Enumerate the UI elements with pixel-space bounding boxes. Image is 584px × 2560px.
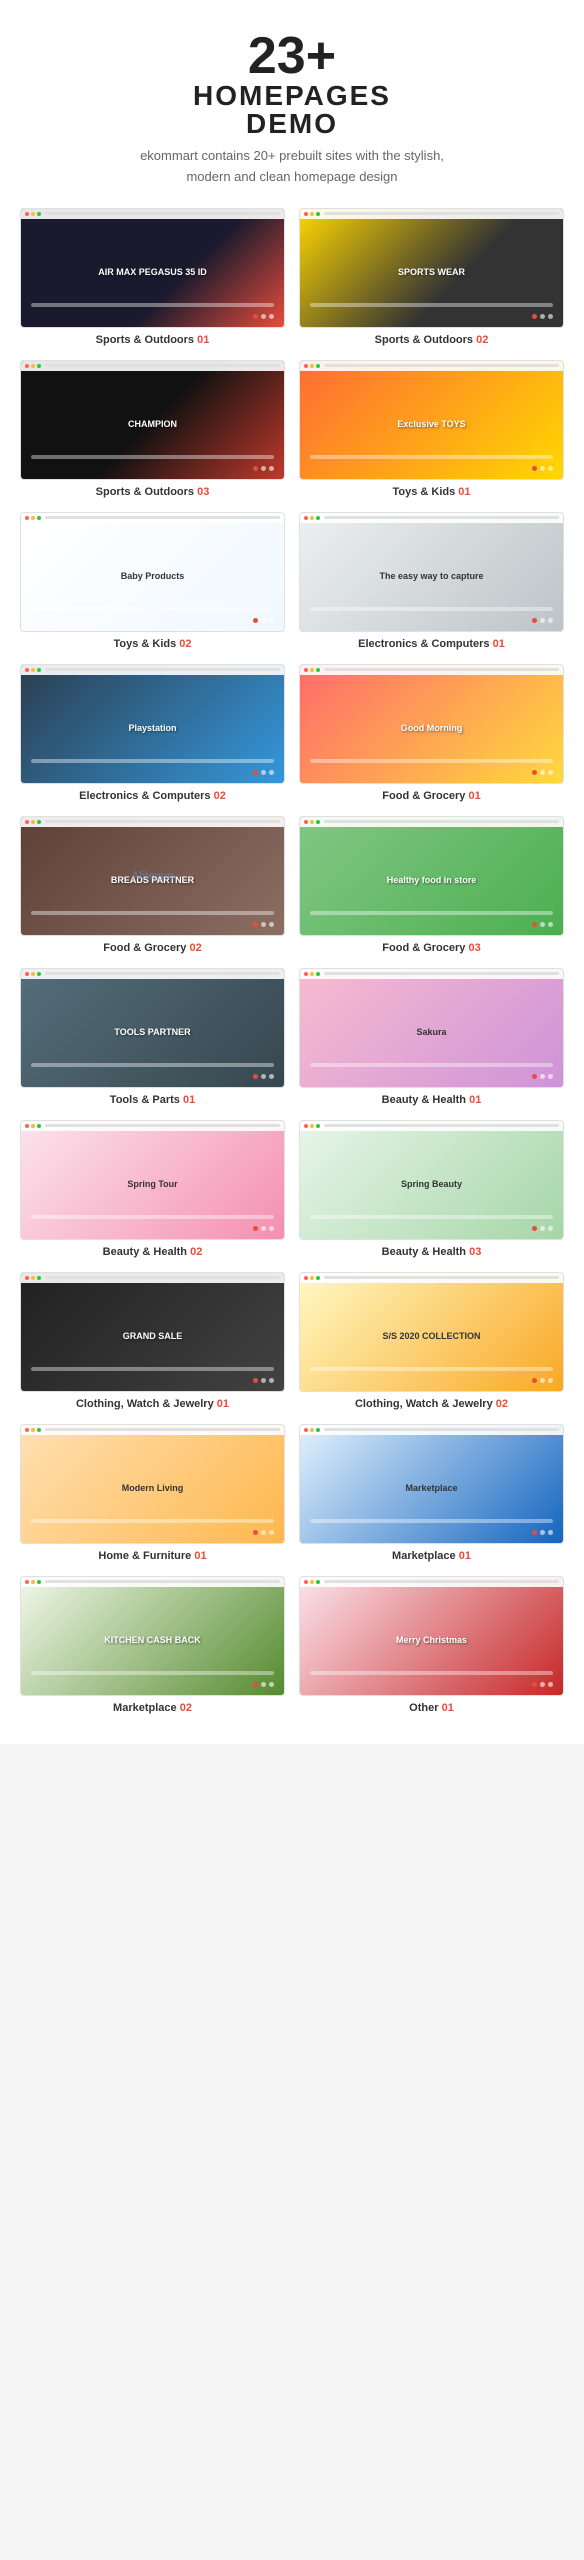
demo-label-sports2: Sports & Outdoors 02 — [375, 334, 489, 346]
thumb-text-beauty3: Spring Beauty — [401, 1179, 462, 1190]
demo-grid: AIR MAX PEGASUS 35 ID Sports & Outdoors … — [20, 208, 564, 1714]
demo-item-beauty2[interactable]: Spring Tour Beauty & Health 02 — [20, 1120, 285, 1258]
thumb-text-other1: Merry Christmas — [396, 1635, 467, 1646]
demo-thumb-beauty2: Spring Tour — [20, 1120, 285, 1240]
demo-item-food3[interactable]: Healthy food in store Food & Grocery 03 — [299, 816, 564, 954]
thumb-text-food1: Good Morning — [401, 723, 462, 734]
thumb-text-furniture1: Modern Living — [122, 1483, 184, 1494]
demo-thumb-marketplace2: KITCHEN CASH BACK — [20, 1576, 285, 1696]
demo-thumb-marketplace1: Marketplace — [299, 1424, 564, 1544]
demo-thumb-electronics2: Playstation — [20, 664, 285, 784]
demo-label-toys1: Toys & Kids 01 — [392, 486, 470, 498]
homepages-label: HOMEPAGES — [20, 82, 564, 110]
demo-thumb-sports2: SPORTS WEAR — [299, 208, 564, 328]
demo-thumb-furniture1: Modern Living — [20, 1424, 285, 1544]
demo-thumb-sports3: CHAMPION — [20, 360, 285, 480]
demo-label-food3: Food & Grocery 03 — [382, 942, 480, 954]
header-subtitle: ekommart contains 20+ prebuilt sites wit… — [20, 146, 564, 188]
thumb-text-food3: Healthy food in store — [387, 875, 477, 886]
demo-thumb-tools1: TOOLS PARTNER — [20, 968, 285, 1088]
demo-label-beauty1: Beauty & Health 01 — [382, 1094, 482, 1106]
thumb-text-toys1: Exclusive TOYS — [397, 419, 465, 430]
demo-item-clothing2[interactable]: S/S 2020 COLLECTION Clothing, Watch & Je… — [299, 1272, 564, 1410]
demo-item-clothing1[interactable]: GRAND SALE Clothing, Watch & Jewelry 01 — [20, 1272, 285, 1410]
demo-label-beauty3: Beauty & Health 03 — [382, 1246, 482, 1258]
demo-item-toys2[interactable]: Baby Products Toys & Kids 02 — [20, 512, 285, 650]
demo-item-electronics1[interactable]: The easy way to capture Electronics & Co… — [299, 512, 564, 650]
thumb-text-sports3: CHAMPION — [128, 419, 177, 430]
demo-label: DEMO — [20, 110, 564, 138]
demo-label-toys2: Toys & Kids 02 — [113, 638, 191, 650]
page-wrapper: 23+ HOMEPAGES DEMO ekommart contains 20+… — [0, 0, 584, 1744]
demo-label-electronics2: Electronics & Computers 02 — [79, 790, 226, 802]
demo-thumb-food2: BREADS PARTNER Alileyun — [20, 816, 285, 936]
thumb-text-toys2: Baby Products — [121, 571, 185, 582]
demo-item-marketplace2[interactable]: KITCHEN CASH BACK Marketplace 02 — [20, 1576, 285, 1714]
thumb-text-marketplace1: Marketplace — [405, 1483, 457, 1494]
demo-item-toys1[interactable]: Exclusive TOYS Toys & Kids 01 — [299, 360, 564, 498]
demo-thumb-clothing2: S/S 2020 COLLECTION — [299, 1272, 564, 1392]
header: 23+ HOMEPAGES DEMO ekommart contains 20+… — [20, 30, 564, 188]
thumb-text-electronics2: Playstation — [128, 723, 176, 734]
demo-thumb-beauty1: Sakura — [299, 968, 564, 1088]
demo-item-beauty1[interactable]: Sakura Beauty & Health 01 — [299, 968, 564, 1106]
demo-item-food2[interactable]: BREADS PARTNER Alileyun Food & Grocery 0… — [20, 816, 285, 954]
demo-label-electronics1: Electronics & Computers 01 — [358, 638, 505, 650]
thumb-text-tools1: TOOLS PARTNER — [114, 1027, 190, 1038]
demo-label-beauty2: Beauty & Health 02 — [103, 1246, 203, 1258]
demo-item-sports1[interactable]: AIR MAX PEGASUS 35 ID Sports & Outdoors … — [20, 208, 285, 346]
watermark: Alileyun — [131, 870, 174, 882]
demo-label-sports1: Sports & Outdoors 01 — [96, 334, 210, 346]
demo-thumb-other1: Merry Christmas — [299, 1576, 564, 1696]
demo-thumb-food1: Good Morning — [299, 664, 564, 784]
thumb-text-electronics1: The easy way to capture — [379, 571, 483, 582]
thumb-text-sports2: SPORTS WEAR — [398, 267, 465, 278]
demo-item-other1[interactable]: Merry Christmas Other 01 — [299, 1576, 564, 1714]
demo-label-food1: Food & Grocery 01 — [382, 790, 480, 802]
thumb-text-marketplace2: KITCHEN CASH BACK — [104, 1635, 201, 1646]
demo-item-tools1[interactable]: TOOLS PARTNER Tools & Parts 01 — [20, 968, 285, 1106]
thumb-text-beauty2: Spring Tour — [127, 1179, 177, 1190]
demo-thumb-sports1: AIR MAX PEGASUS 35 ID — [20, 208, 285, 328]
demo-label-marketplace1: Marketplace 01 — [392, 1550, 471, 1562]
demo-label-clothing1: Clothing, Watch & Jewelry 01 — [76, 1398, 229, 1410]
thumb-text-sports1: AIR MAX PEGASUS 35 ID — [98, 267, 207, 278]
demo-label-clothing2: Clothing, Watch & Jewelry 02 — [355, 1398, 508, 1410]
demo-item-beauty3[interactable]: Spring Beauty Beauty & Health 03 — [299, 1120, 564, 1258]
demo-thumb-toys1: Exclusive TOYS — [299, 360, 564, 480]
demo-item-electronics2[interactable]: Playstation Electronics & Computers 02 — [20, 664, 285, 802]
demo-label-sports3: Sports & Outdoors 03 — [96, 486, 210, 498]
demo-thumb-electronics1: The easy way to capture — [299, 512, 564, 632]
demo-label-food2: Food & Grocery 02 — [103, 942, 201, 954]
demo-label-other1: Other 01 — [409, 1702, 454, 1714]
demo-thumb-clothing1: GRAND SALE — [20, 1272, 285, 1392]
demo-item-sports2[interactable]: SPORTS WEAR Sports & Outdoors 02 — [299, 208, 564, 346]
demo-label-marketplace2: Marketplace 02 — [113, 1702, 192, 1714]
demo-label-tools1: Tools & Parts 01 — [110, 1094, 195, 1106]
demo-item-sports3[interactable]: CHAMPION Sports & Outdoors 03 — [20, 360, 285, 498]
header-title: 23+ HOMEPAGES DEMO — [20, 30, 564, 138]
count-number: 23+ — [248, 27, 336, 85]
demo-label-furniture1: Home & Furniture 01 — [98, 1550, 206, 1562]
thumb-text-clothing1: GRAND SALE — [123, 1331, 183, 1342]
demo-thumb-beauty3: Spring Beauty — [299, 1120, 564, 1240]
thumb-text-clothing2: S/S 2020 COLLECTION — [382, 1331, 480, 1342]
demo-item-marketplace1[interactable]: Marketplace Marketplace 01 — [299, 1424, 564, 1562]
demo-item-furniture1[interactable]: Modern Living Home & Furniture 01 — [20, 1424, 285, 1562]
demo-item-food1[interactable]: Good Morning Food & Grocery 01 — [299, 664, 564, 802]
demo-thumb-food3: Healthy food in store — [299, 816, 564, 936]
demo-thumb-toys2: Baby Products — [20, 512, 285, 632]
thumb-text-beauty1: Sakura — [416, 1027, 446, 1038]
